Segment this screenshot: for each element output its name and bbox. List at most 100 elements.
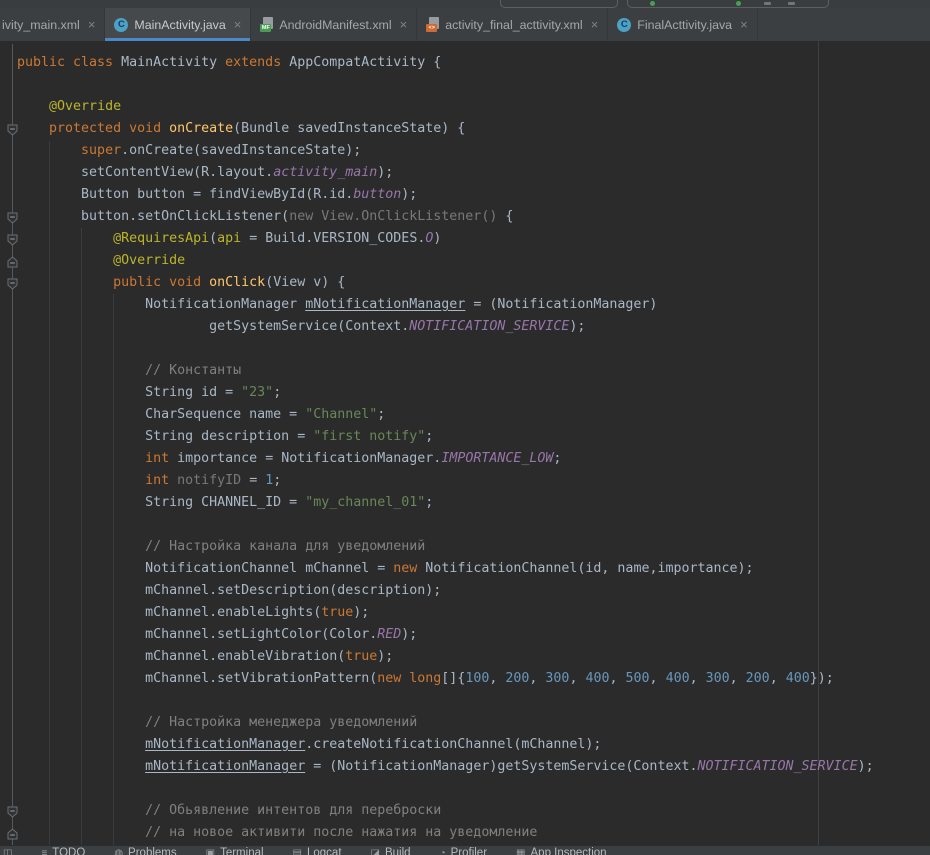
code-line[interactable]: mChannel.enableVibration(true); [17,646,930,668]
code-token: ; [425,495,433,510]
code-token: , [770,671,786,686]
code-token: button.setOnClickListener( [17,209,289,224]
code-line[interactable]: NotificationChannel mChannel = new Notif… [17,558,930,580]
code-line[interactable]: // Константы [17,360,930,382]
tool-window-button-build[interactable]: ◪Build [371,848,411,855]
code-line[interactable]: @Override [17,96,930,118]
code-line[interactable] [17,778,930,800]
code-token: "first notify" [313,429,425,444]
code-line[interactable]: mNotificationManager = (NotificationMana… [17,756,930,778]
toolbar-glyph [764,2,771,5]
code-line[interactable]: String description = "first notify"; [17,426,930,448]
ide-window: ivity_main.xml×CMainActivity.java×MFAndr… [0,0,930,855]
window-layout-icon[interactable]: ◫ [3,848,12,855]
code-line[interactable]: mNotificationManager.createNotificationC… [17,734,930,756]
code-token: @RequiresApi [113,231,209,246]
tool-window-button-profiler[interactable]: ◔Profiler [440,848,487,855]
code-token: ); [377,165,393,180]
code-line[interactable]: // на новое активити после нажатия на ув… [17,822,930,844]
close-tab-icon[interactable]: × [88,18,96,31]
code-line[interactable]: // Обьявление интентов для переброски [17,800,930,822]
editor-tab-mainactivity-java[interactable]: CMainActivity.java× [105,8,251,41]
close-tab-icon[interactable]: × [234,18,242,31]
code-line[interactable]: mChannel.setDescription(description); [17,580,930,602]
editor-tab-activity-final-acttivity-xml[interactable]: <>activity_final_acttivity.xml× [417,8,608,41]
code-token: String description = [17,429,313,444]
code-line[interactable]: mChannel.setLightColor(Color.RED); [17,624,930,646]
code-line[interactable]: button.setOnClickListener(new View.OnCli… [17,206,930,228]
code-token: mNotificationManager [145,759,305,774]
code-token [17,231,113,246]
close-tab-icon[interactable]: × [591,18,599,31]
tool-window-label: Profiler [451,848,487,855]
code-line[interactable]: @Override [17,250,930,272]
editor-tab-ivity-main-xml[interactable]: ivity_main.xml× [0,8,105,41]
code-line[interactable]: // Настройка канала для уведомлений [17,536,930,558]
code-token: NOTIFICATION_SERVICE [409,319,569,334]
code-line[interactable]: String CHANNEL_ID = "my_channel_01"; [17,492,930,514]
code-line[interactable]: getSystemService(Context.NOTIFICATION_SE… [17,316,930,338]
code-line[interactable]: NotificationManager mNotificationManager… [17,294,930,316]
tab-label: MainActivity.java [134,18,225,32]
toolbar-button-partial[interactable] [627,0,829,8]
app-inspection-icon: ▦ [516,848,525,855]
tool-window-button-logcat[interactable]: ▤Logcat [293,848,342,855]
code-token [17,143,81,158]
code-line[interactable]: public void onClick(View v) { [17,272,930,294]
close-tab-icon[interactable]: × [740,18,748,31]
code-area[interactable]: public class MainActivity extends AppCom… [0,41,930,845]
code-token: mNotificationManager [305,297,465,312]
code-line[interactable] [17,338,930,360]
code-token: importance = NotificationManager. [169,451,441,466]
code-editor[interactable]: public class MainActivity extends AppCom… [0,41,930,845]
code-token: = (NotificationManager)getSystemService(… [305,759,697,774]
code-token: // на новое активити после нажатия на ув… [17,825,537,840]
code-token: , [489,671,505,686]
code-token: = Build.VERSION_CODES. [241,231,425,246]
code-token: notifyID [169,473,241,488]
editor-tab-androidmanifest-xml[interactable]: MFAndroidManifest.xml× [251,8,417,41]
code-token: String CHANNEL_ID = [17,495,305,510]
code-token: ); [377,649,393,664]
code-line[interactable]: String id = "23"; [17,382,930,404]
code-line[interactable]: super.onCreate(savedInstanceState); [17,140,930,162]
code-line[interactable] [17,690,930,712]
code-token [17,473,145,488]
tool-window-button-problems[interactable]: ◍Problems [114,848,176,855]
code-token: .onCreate(savedInstanceState); [121,143,361,158]
code-token: ; [425,429,433,444]
tool-window-label: Terminal [220,848,263,855]
tool-window-button-terminal[interactable]: ▣Terminal [206,848,264,855]
code-line[interactable]: setContentView(R.layout.activity_main); [17,162,930,184]
code-token: 300 [545,671,569,686]
code-line[interactable] [17,514,930,536]
tool-window-button-todo[interactable]: ≡TODO [41,848,85,855]
tool-window-button-app-inspection[interactable]: ▦App Inspection [516,848,607,855]
code-line[interactable]: mChannel.setVibrationPattern(new long[]{… [17,668,930,690]
code-line[interactable]: public class MainActivity extends AppCom… [17,52,930,74]
editor-tab-finalacttivity-java[interactable]: CFinalActtivity.java× [608,8,757,41]
code-token [17,451,145,466]
code-line[interactable]: Button button = findViewById(R.id.button… [17,184,930,206]
code-line[interactable]: int notifyID = 1; [17,470,930,492]
code-line[interactable]: // Настройка менеджера уведомлений [17,712,930,734]
code-line[interactable]: @RequiresApi(api = Build.VERSION_CODES.O… [17,228,930,250]
code-line[interactable]: int importance = NotificationManager.IMP… [17,448,930,470]
code-line[interactable]: protected void onCreate(Bundle savedInst… [17,118,930,140]
code-line[interactable]: mChannel.enableLights(true); [17,602,930,624]
code-token: mChannel.enableVibration( [17,649,345,664]
code-token [17,99,49,114]
code-token: new View.OnClickListener() [289,209,497,224]
code-token: 400 [786,671,810,686]
code-token: , [730,671,746,686]
code-line[interactable]: CharSequence name = "Channel"; [17,404,930,426]
code-line[interactable] [17,74,930,96]
code-token: NotificationChannel mChannel = [17,561,393,576]
code-token: mChannel.setDescription(description); [17,583,441,598]
code-token: { [497,209,513,224]
code-token: new [393,561,417,576]
close-tab-icon[interactable]: × [400,18,408,31]
toolbar-button-partial[interactable] [500,0,618,8]
code-token: public void [17,275,209,290]
code-token: // Настройка канала для уведомлений [17,539,425,554]
